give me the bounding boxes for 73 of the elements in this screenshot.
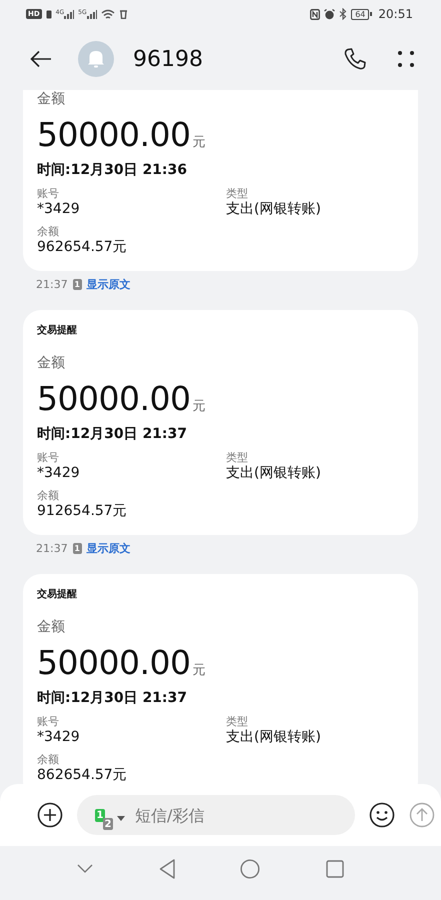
add-button[interactable] — [37, 802, 63, 828]
field-label: 类型 — [226, 187, 249, 201]
triangle-back-icon — [158, 859, 175, 879]
battery-level: 64 — [351, 8, 370, 20]
sim-card-option[interactable]: 1 — [95, 809, 105, 822]
field-value: 支出(网银转账) — [226, 201, 322, 218]
field-label: 类型 — [226, 451, 249, 465]
field-value: 支出(网银转账) — [226, 465, 322, 482]
transaction-time: 时间:12月30日 21:37 — [37, 425, 188, 443]
up-arrow-circle-icon — [409, 802, 435, 828]
sim-badge: 1 — [72, 543, 82, 554]
square-recents-icon — [326, 860, 344, 878]
show-original-link[interactable]: 显示原文 — [86, 277, 131, 292]
field-label: 账号 — [37, 451, 60, 465]
signal-icon — [64, 10, 74, 18]
smiley-icon — [369, 802, 395, 828]
plus-circle-icon — [37, 802, 63, 828]
back-nav-button[interactable] — [158, 859, 175, 879]
message-title: 交易提醒 — [37, 323, 78, 337]
field-value: 862654.57元 — [37, 767, 128, 784]
signal-icon — [86, 10, 97, 18]
bell-avatar-icon — [78, 41, 114, 77]
wifi-icon — [100, 8, 115, 20]
field-label: 金额 — [37, 90, 66, 108]
sim-badge: 1 — [72, 279, 82, 290]
alarm-icon — [324, 8, 336, 20]
sent-time: 21:37 — [36, 278, 68, 291]
sent-time: 21:37 — [36, 542, 68, 555]
amount-value: 50000.00 — [37, 115, 190, 154]
bluetooth-icon — [339, 8, 348, 20]
contact-name: 96198 — [133, 46, 204, 72]
message-input[interactable]: 1 2 短信/彩信 — [77, 795, 355, 835]
field-label: 金额 — [37, 618, 66, 636]
chevron-down-icon — [76, 864, 93, 874]
nfc-icon — [310, 8, 320, 20]
currency-unit: 元 — [192, 662, 206, 679]
hide-keyboard-button[interactable] — [76, 864, 93, 874]
recents-button[interactable] — [326, 860, 344, 878]
field-label: 余额 — [37, 489, 60, 503]
field-value: *3429 — [37, 201, 81, 218]
transaction-time: 时间:12月30日 21:37 — [37, 689, 188, 707]
caret-icon — [117, 816, 125, 822]
amount-value: 50000.00 — [37, 379, 190, 418]
field-value: *3429 — [37, 465, 81, 482]
circle-home-icon — [240, 859, 260, 879]
clock-time: 20:51 — [378, 7, 413, 21]
sim-card-option[interactable]: 2 — [103, 818, 113, 830]
back-arrow-icon — [30, 50, 52, 68]
trash-icon — [118, 9, 128, 19]
field-value: 支出(网银转账) — [226, 729, 322, 746]
back-button[interactable] — [30, 50, 52, 68]
field-label: 金额 — [37, 354, 66, 372]
currency-unit: 元 — [192, 398, 206, 415]
message-title: 交易提醒 — [37, 587, 78, 601]
field-label: 账号 — [37, 187, 60, 201]
home-button[interactable] — [240, 859, 260, 879]
emoji-button[interactable] — [369, 802, 395, 828]
phone-icon — [343, 47, 367, 71]
field-label: 账号 — [37, 715, 60, 729]
field-value: 962654.57元 — [37, 239, 128, 256]
field-label: 余额 — [37, 225, 60, 239]
more-dots-icon — [397, 50, 415, 68]
more-button[interactable] — [397, 50, 415, 68]
field-label: 类型 — [226, 715, 249, 729]
field-value: 912654.57元 — [37, 503, 128, 520]
show-original-link[interactable]: 显示原文 — [86, 541, 131, 556]
currency-unit: 元 — [192, 134, 206, 151]
amount-value: 50000.00 — [37, 643, 190, 682]
call-button[interactable] — [343, 47, 367, 71]
field-value: *3429 — [37, 729, 81, 746]
field-label: 余额 — [37, 753, 60, 767]
transaction-time: 时间:12月30日 21:36 — [37, 161, 188, 179]
sim-icon — [46, 10, 52, 18]
